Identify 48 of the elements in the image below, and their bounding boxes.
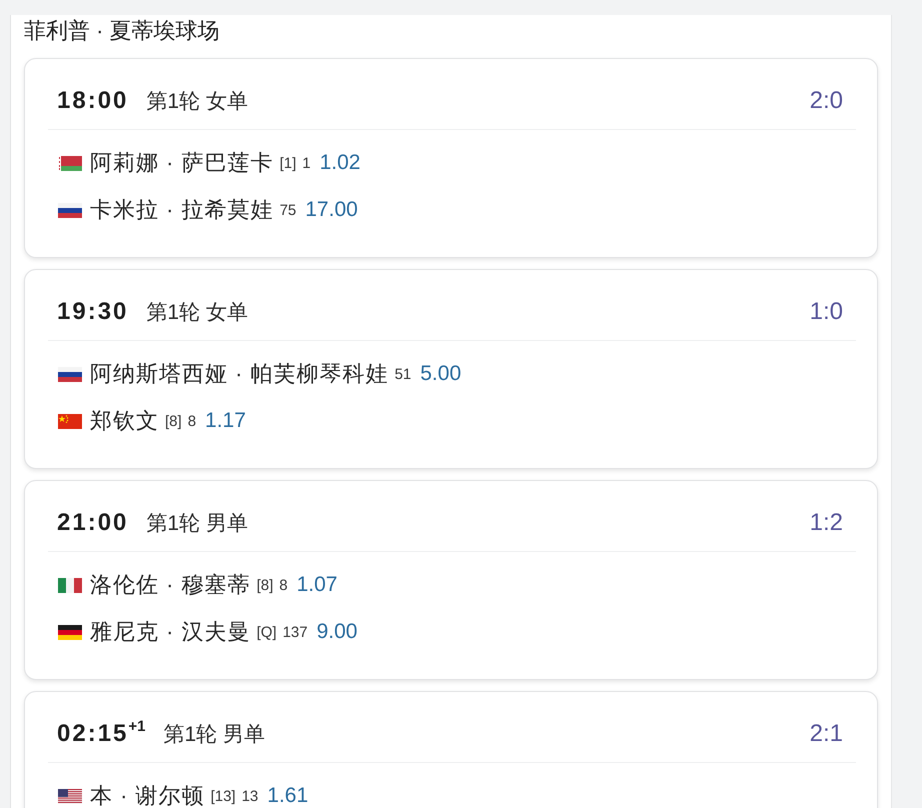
ranking-label: 8: [279, 576, 288, 594]
ranking-label: 75: [280, 202, 296, 218]
ranking-label: 8: [188, 412, 196, 430]
match-score: 1:2: [810, 509, 843, 537]
seed-label: [Q]: [256, 624, 277, 640]
match-time: 19:30: [57, 298, 128, 326]
odds-value: 1.07: [296, 574, 338, 596]
player-name: 本 · 谢尔顿: [90, 785, 205, 807]
round-label: 第1轮 男单: [164, 722, 266, 748]
odds-value: 1.61: [267, 785, 308, 807]
flag-icon: [58, 624, 82, 640]
player-name: 郑钦文: [90, 410, 159, 432]
match-score: 1:0: [810, 298, 843, 326]
round-label: 第1轮 女单: [146, 89, 248, 115]
match-score: 2:1: [810, 720, 843, 748]
match-time: 02:15$^{+1}$: [57, 720, 146, 748]
flag-icon: [58, 156, 82, 170]
match-card[interactable]: 19:30 第1轮 女单 1:0 阿纳斯塔西娅 · 帕芙柳琴科娃 51 5.00 郑钦文 [8] 8 1.17: [24, 269, 878, 469]
odds-value: 5.00: [420, 363, 462, 385]
ranking-label: 13: [242, 788, 258, 804]
odds-value: 9.00: [316, 621, 358, 643]
seed-label: [1]: [280, 154, 296, 172]
flag-icon: [58, 578, 82, 592]
player-name: 卡米拉 · 拉希莫娃: [90, 199, 274, 221]
player-name: 阿纳斯塔西娅 · 帕芙柳琴科娃: [90, 363, 389, 385]
round-label: 第1轮 女单: [146, 300, 248, 326]
match-card[interactable]: 02:15$^{+1}$ 第1轮 男单 2:1 本 · 谢尔顿 [13] 13 1.61: [24, 691, 878, 808]
player-name: 雅尼克 · 汉夫曼: [90, 621, 251, 643]
seed-label: [8]: [165, 412, 182, 430]
ranking-label: 1: [302, 154, 311, 172]
match-score: 2:0: [810, 87, 843, 115]
seed-label: [13]: [210, 788, 236, 804]
round-label: 第1轮 男单: [146, 511, 248, 537]
ranking-label: 137: [282, 624, 308, 640]
flag-icon: [58, 414, 82, 428]
match-card[interactable]: 21:00 第1轮 男单 1:2 洛伦佐 · 穆塞蒂 [8] 8 1.07 雅尼克 · 汉夫曼 [Q] 137 9.00: [24, 480, 878, 680]
seed-label: [8]: [256, 576, 274, 594]
player-name: 阿莉娜 · 萨巴莲卡: [90, 152, 274, 174]
odds-value: 1.17: [205, 410, 246, 432]
ranking-label: 51: [394, 366, 412, 382]
match-time: 18:00: [57, 87, 128, 115]
player-name: 洛伦佐 · 穆塞蒂: [90, 574, 251, 596]
odds-value: 17.00: [305, 199, 358, 221]
odds-value: 1.02: [320, 152, 360, 174]
match-card[interactable]: 18:00 第1轮 女单 2:0 阿莉娜 · 萨巴莲卡 [1] 1 1.02 卡米拉 · 拉希莫娃 75 17.00: [24, 58, 878, 258]
match-time: 21:00: [57, 509, 128, 537]
flag-icon: [58, 788, 82, 804]
venue-title: 菲利普 · 夏蒂埃球场: [24, 17, 221, 45]
